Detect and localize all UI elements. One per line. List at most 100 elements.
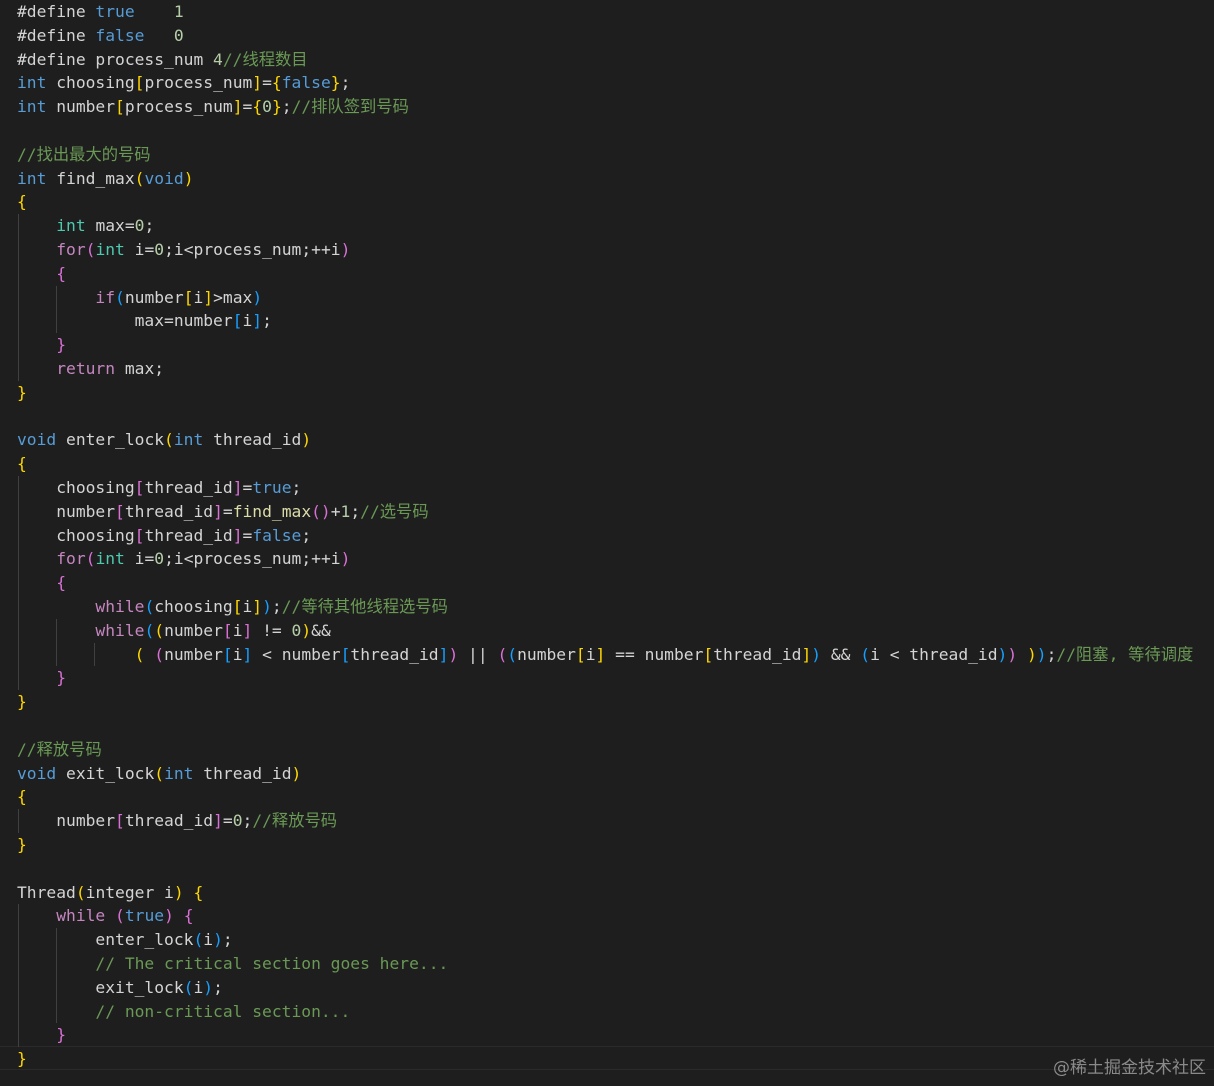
code-token: ; [281, 97, 292, 117]
code-token: ( [507, 644, 518, 664]
code-line: while((number[i] != 0)&& [17, 619, 330, 643]
code-token: 1 [173, 2, 184, 21]
code-token: [ [340, 644, 351, 664]
code-token: choosing [17, 525, 135, 545]
code-token: ) [997, 644, 1008, 664]
code-token: thread_id [193, 763, 292, 783]
code-token: 0 [154, 240, 165, 259]
code-token: ; [340, 73, 351, 93]
code-token: ; [222, 930, 233, 950]
indent-guide [94, 642, 95, 667]
code-token: } [330, 73, 341, 93]
code-token: int [173, 430, 204, 450]
code-token: 0 [154, 549, 165, 569]
code-token: thread_id [203, 430, 302, 450]
code-token: thread_id [124, 501, 214, 521]
code-line: //找出最大的号码 [17, 143, 151, 167]
code-token: ( [134, 644, 145, 664]
code-token: i [193, 977, 204, 997]
code-token: } [17, 1049, 27, 1069]
code-token: < number [252, 644, 341, 664]
code-line: } [17, 381, 27, 405]
code-token: void [17, 763, 57, 783]
code-token: ; [350, 501, 361, 521]
code-token: exit_lock [17, 977, 184, 997]
code-token: ( [134, 168, 145, 188]
code-token: find_max [232, 501, 312, 521]
code-token: = [222, 501, 233, 521]
code-token: { [17, 192, 27, 212]
code-token: ( [85, 549, 96, 569]
code-token: //线程数目 [222, 49, 308, 69]
code-token: //阻塞, 等待调度 [1056, 644, 1194, 664]
code-token: i < thread_id [870, 644, 998, 664]
code-token: thread_id [713, 644, 802, 664]
code-token: [ [115, 501, 125, 521]
code-token: max; [115, 359, 165, 378]
code-token: choosing [17, 478, 135, 497]
code-token: int [17, 73, 47, 93]
code-token: ) [301, 620, 312, 640]
code-line: while (true) { [17, 904, 193, 928]
code-token: i [232, 620, 243, 640]
code-token: false [281, 73, 331, 93]
code-token: ( [75, 882, 86, 902]
code-token: ( [193, 930, 204, 950]
code-token: ] [252, 311, 263, 331]
code-token: { [56, 263, 67, 283]
code-token: number [164, 644, 223, 664]
code-token: ; [301, 525, 312, 545]
code-token: == number [605, 644, 704, 664]
code-token: [ [134, 73, 145, 93]
code-token: ( [85, 240, 96, 259]
code-token: //排队签到号码 [291, 97, 409, 117]
code-line: //释放号码 [17, 738, 102, 762]
code-line: } [17, 690, 27, 714]
code-token: false [95, 25, 145, 45]
code-token: { [193, 882, 204, 902]
code-token: //选号码 [360, 501, 429, 521]
code-token: [ [232, 311, 243, 331]
code-token: //释放号码 [17, 739, 102, 759]
code-token: { [56, 573, 67, 593]
code-token: number [164, 620, 223, 640]
code-token: ; [213, 977, 223, 997]
code-line: int number[process_num]={0};//排队签到号码 [17, 95, 409, 119]
indent-guide [56, 285, 57, 334]
code-token: i [585, 644, 596, 664]
code-token: ( [154, 644, 165, 664]
code-token: number [517, 644, 576, 664]
code-token: ; [291, 478, 302, 497]
code-token: [ [222, 644, 233, 664]
code-token: thread_id [144, 478, 233, 497]
code-token: return [56, 359, 116, 378]
code-token: exit_lock [56, 763, 155, 783]
code-line: } [17, 333, 66, 357]
code-token: i [203, 930, 214, 950]
code-token: choosing [154, 597, 233, 616]
code-token: ] [203, 287, 214, 307]
code-token: } [17, 692, 27, 712]
code-token: ] [242, 620, 253, 640]
code-token: void [144, 168, 184, 188]
code-token: ) [1036, 644, 1047, 664]
code-token: find_max [46, 168, 135, 188]
code-editor[interactable]: #define true 1 #define false 0 #define pro… [0, 0, 1214, 1086]
code-token: ) [213, 930, 223, 950]
code-token: process_num [144, 73, 253, 93]
code-token: true [252, 478, 292, 497]
watermark: @稀土掘金技术社区 [1053, 1058, 1206, 1078]
code-token: ( [183, 977, 194, 997]
code-token: // The critical section goes here... [95, 954, 449, 973]
code-token: ] [595, 644, 606, 664]
code-token: ) [262, 597, 272, 616]
code-token: [ [115, 97, 125, 117]
code-token: ] [252, 73, 263, 93]
